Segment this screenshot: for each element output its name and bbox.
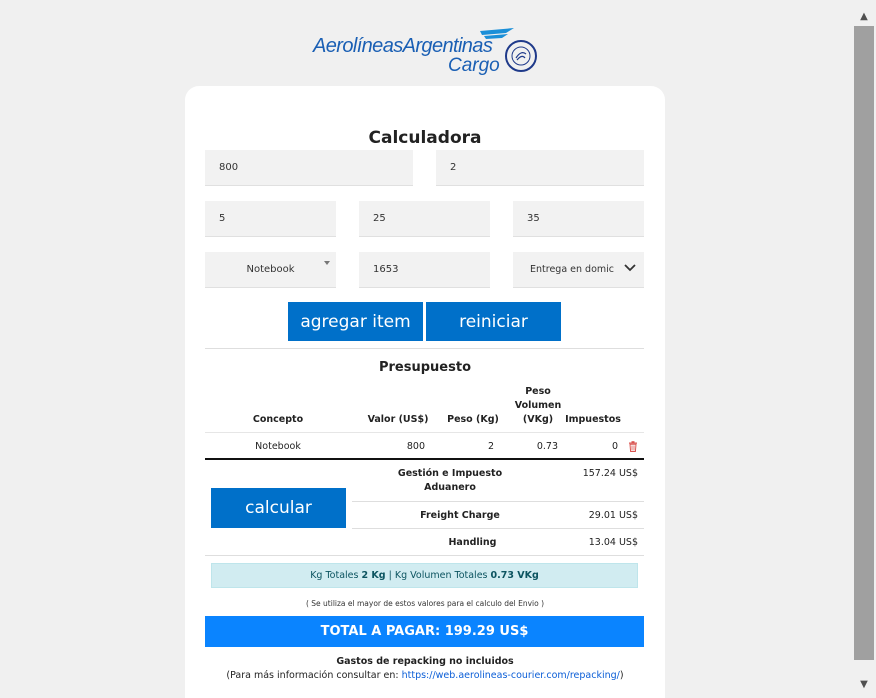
header-concept: Concepto bbox=[252, 414, 304, 425]
concept-select-value: Notebook bbox=[246, 264, 295, 275]
charge-divider bbox=[352, 501, 644, 502]
table-bottom-border bbox=[205, 458, 644, 460]
budget-title: Presupuesto bbox=[378, 360, 471, 375]
chevron-down-icon bbox=[624, 264, 636, 272]
row-concept: Notebook bbox=[255, 441, 301, 452]
calculator-title: Calculadora bbox=[368, 128, 482, 148]
repacking-notice: Gastos de repacking no incluidos bbox=[336, 656, 514, 667]
totals-separator: | bbox=[388, 570, 392, 581]
charge-customs-label: Gestión e Impuesto Aduanero bbox=[397, 468, 503, 493]
header-weight: Peso (Kg) bbox=[447, 414, 499, 425]
add-item-button[interactable]: agregar item bbox=[288, 302, 423, 341]
charge-divider bbox=[352, 528, 644, 529]
totals-vkg-value: 0.73 VKg bbox=[490, 570, 539, 581]
postal-code-field[interactable] bbox=[373, 264, 490, 275]
height-field[interactable] bbox=[527, 213, 644, 224]
totals-kg-label: Kg Totales bbox=[310, 570, 359, 581]
calculate-button[interactable]: calcular bbox=[211, 488, 346, 528]
row-vol-weight: 0.73 bbox=[536, 441, 558, 452]
totals-info-box: Kg Totales 2 Kg | Kg Volumen Totales 0.7… bbox=[211, 563, 638, 588]
charge-freight-amount: 29.01 US$ bbox=[588, 510, 638, 521]
skyteam-seal-icon bbox=[505, 40, 537, 72]
brand-sub: Cargo bbox=[448, 55, 500, 76]
header-vol-weight: Peso Volumen (VKg) bbox=[505, 385, 571, 427]
calculator-card: Calculadora Notebook Entrega en domic ag… bbox=[185, 86, 665, 698]
header-vol-weight-line1: Peso bbox=[525, 386, 551, 397]
delivery-select-value: Entrega en domic bbox=[530, 264, 615, 275]
repacking-link[interactable]: https://web.aerolineas-courier.com/repac… bbox=[402, 670, 620, 681]
length-field[interactable] bbox=[219, 213, 336, 224]
divider bbox=[205, 348, 644, 349]
row-taxes: 0 bbox=[611, 441, 618, 452]
calculation-note: ( Se utiliza el mayor de estos valores p… bbox=[305, 599, 545, 608]
postal-code-input[interactable] bbox=[359, 252, 490, 288]
reset-button[interactable]: reiniciar bbox=[426, 302, 561, 341]
airline-logo: AerolíneasArgentinas Cargo bbox=[313, 26, 543, 78]
scroll-down-arrow-icon[interactable]: ▼ bbox=[852, 672, 876, 696]
vertical-scrollbar[interactable]: ▲ ▼ bbox=[852, 0, 876, 698]
concept-select[interactable]: Notebook bbox=[205, 252, 336, 288]
width-input[interactable] bbox=[359, 201, 490, 237]
value-usd-input[interactable] bbox=[205, 150, 413, 186]
totals-vkg-label: Kg Volumen Totales bbox=[394, 570, 488, 581]
charge-handling-label: Handling bbox=[448, 537, 497, 548]
weight-kg-input[interactable] bbox=[436, 150, 644, 186]
row-weight: 2 bbox=[487, 441, 494, 452]
header-divider bbox=[205, 432, 644, 433]
repacking-info: (Para más información consultar en: http… bbox=[185, 670, 665, 681]
header-taxes: Impuestos bbox=[565, 414, 621, 425]
value-usd-field[interactable] bbox=[219, 162, 413, 173]
charge-freight-label: Freight Charge bbox=[420, 510, 500, 521]
total-to-pay-bar: TOTAL A PAGAR: 199.29 US$ bbox=[205, 616, 644, 647]
weight-kg-field[interactable] bbox=[450, 162, 644, 173]
width-field[interactable] bbox=[373, 213, 490, 224]
header-vol-weight-line2: Volumen bbox=[514, 400, 562, 411]
charge-customs-amount: 157.24 US$ bbox=[582, 468, 638, 479]
height-input[interactable] bbox=[513, 201, 644, 237]
header-vol-weight-line3: (VKg) bbox=[522, 414, 554, 425]
trash-icon[interactable] bbox=[628, 441, 638, 452]
header-value: Valor (US$) bbox=[367, 414, 429, 425]
length-input[interactable] bbox=[205, 201, 336, 237]
charges-bottom-divider bbox=[205, 555, 644, 556]
scroll-up-arrow-icon[interactable]: ▲ bbox=[852, 4, 876, 28]
scroll-thumb[interactable] bbox=[854, 26, 874, 660]
select-caret-icon bbox=[324, 261, 330, 265]
charge-handling-amount: 13.04 US$ bbox=[588, 537, 638, 548]
repacking-suffix: ) bbox=[619, 670, 624, 681]
row-value: 800 bbox=[406, 441, 425, 452]
totals-kg-value: 2 Kg bbox=[361, 570, 386, 581]
repacking-prefix: (Para más información consultar en: bbox=[226, 670, 402, 681]
delivery-select[interactable]: Entrega en domic bbox=[513, 252, 644, 288]
